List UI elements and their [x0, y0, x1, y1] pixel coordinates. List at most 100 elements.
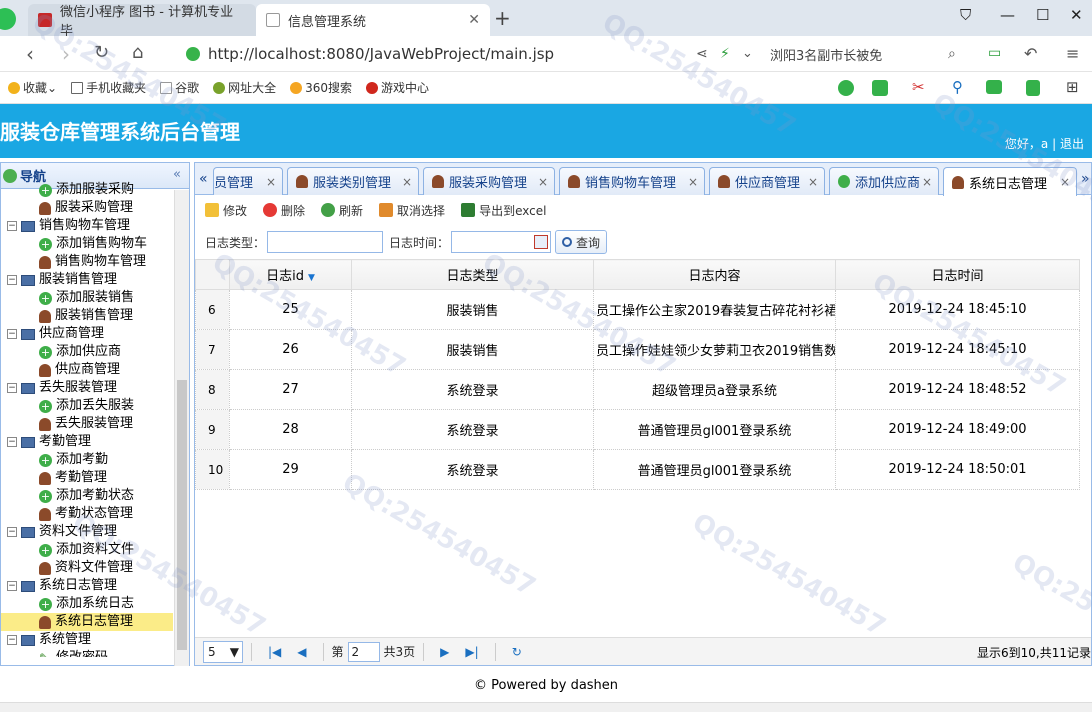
- extension-icon[interactable]: [838, 80, 854, 96]
- share-icon[interactable]: ⋖: [696, 46, 708, 62]
- tree-item[interactable]: 销售购物车管理: [1, 253, 173, 271]
- collapse-sidebar-icon[interactable]: «: [173, 167, 181, 182]
- cancel-select-button[interactable]: 取消选择: [379, 202, 445, 219]
- favorites-item[interactable]: 手机收藏夹: [71, 79, 146, 96]
- favorites-item[interactable]: 谷歌: [160, 79, 199, 96]
- collapse-node-icon[interactable]: −: [7, 527, 17, 537]
- tree-folder[interactable]: − 系统管理: [1, 631, 173, 649]
- search-icon[interactable]: ⌕: [948, 46, 956, 62]
- shield-icon[interactable]: [1026, 80, 1040, 96]
- browser-tab-inactive[interactable]: 微信小程序 图书 - 计算机专业毕: [28, 4, 256, 39]
- calendar-icon[interactable]: [534, 235, 549, 249]
- page-number-input[interactable]: 2: [347, 641, 380, 662]
- tree-item[interactable]: 系统日志管理: [1, 613, 173, 631]
- close-tab-icon[interactable]: ×: [266, 175, 276, 189]
- new-tab-icon[interactable]: +: [494, 6, 511, 30]
- tree-item[interactable]: + 添加供应商: [1, 343, 173, 361]
- tree-item[interactable]: 服装采购管理: [1, 199, 173, 217]
- refresh-button[interactable]: 刷新: [321, 202, 363, 219]
- delete-button[interactable]: 删除: [263, 202, 305, 219]
- gamepad-icon[interactable]: [986, 80, 1002, 94]
- tree-folder[interactable]: − 资料文件管理: [1, 523, 173, 541]
- close-tab-icon[interactable]: ×: [538, 175, 548, 189]
- collapse-node-icon[interactable]: −: [7, 437, 17, 447]
- column-header-id[interactable]: 日志id ▼: [229, 259, 352, 290]
- forward-icon[interactable]: ›: [62, 42, 70, 66]
- menu-icon[interactable]: ≡: [1066, 44, 1079, 63]
- tree-item[interactable]: + 添加系统日志: [1, 595, 173, 613]
- maximize-icon[interactable]: ☐: [1036, 6, 1049, 24]
- content-tab[interactable]: 系统日志管理 ×: [943, 167, 1077, 196]
- tree-folder[interactable]: − 销售购物车管理: [1, 217, 173, 235]
- page-size-select[interactable]: 5 ▼: [203, 640, 243, 663]
- first-page-icon[interactable]: |◀: [268, 645, 281, 659]
- collapse-node-icon[interactable]: −: [7, 221, 17, 231]
- tree-item[interactable]: 资料文件管理: [1, 559, 173, 577]
- home-icon[interactable]: ⌂: [132, 42, 143, 63]
- favorites-item[interactable]: 收藏 ⌄: [8, 79, 57, 96]
- reload-page-icon[interactable]: ↻: [512, 645, 522, 659]
- undo-icon[interactable]: ↶: [1024, 44, 1037, 63]
- tree-item[interactable]: 供应商管理: [1, 361, 173, 379]
- content-tab[interactable]: 员管理 ×: [213, 167, 283, 195]
- extension-icon[interactable]: [872, 80, 888, 96]
- chevron-down-icon[interactable]: ⌄: [742, 46, 753, 61]
- scissors-icon[interactable]: ✂: [912, 78, 925, 96]
- tab-scroll-left-icon[interactable]: «: [199, 171, 208, 187]
- tree-item[interactable]: + 添加考勤: [1, 451, 173, 469]
- tree-item[interactable]: 服装销售管理: [1, 307, 173, 325]
- tree-folder[interactable]: − 丢失服装管理: [1, 379, 173, 397]
- tree-folder[interactable]: − 系统日志管理: [1, 577, 173, 595]
- table-row[interactable]: 6 25 服装销售 员工操作公主家2019春装复古碎花衬衫裙 2019-12-24 18…: [195, 289, 1080, 330]
- collapse-node-icon[interactable]: −: [7, 329, 17, 339]
- reload-icon[interactable]: ↻: [94, 42, 109, 63]
- table-row[interactable]: 9 28 系统登录 普通管理员gl001登录系统 2019-12-24 18:49:00: [195, 409, 1080, 450]
- favorites-item[interactable]: 游戏中心: [366, 79, 429, 96]
- prev-page-icon[interactable]: ◀: [297, 645, 306, 659]
- collapse-node-icon[interactable]: −: [7, 635, 17, 645]
- column-header-content[interactable]: 日志内容: [593, 259, 836, 290]
- tree-item[interactable]: ✎ 修改密码: [1, 649, 173, 657]
- table-row[interactable]: 7 26 服装销售 员工操作娃娃领少女萝莉卫衣2019销售数 2019-12-24 18…: [195, 329, 1080, 370]
- favorites-item[interactable]: 网址大全: [213, 79, 276, 96]
- tree-item[interactable]: 考勤管理: [1, 469, 173, 487]
- last-page-icon[interactable]: ▶|: [465, 645, 478, 659]
- tree-item[interactable]: + 添加服装销售: [1, 289, 173, 307]
- url-field[interactable]: http://localhost:8080/JavaWebProject/mai…: [186, 40, 676, 68]
- collapse-node-icon[interactable]: −: [7, 581, 17, 591]
- back-icon[interactable]: ‹: [26, 42, 34, 66]
- content-tab[interactable]: 服装采购管理 ×: [423, 167, 555, 195]
- close-tab-icon[interactable]: ×: [688, 175, 698, 189]
- favorites-item[interactable]: 360搜索: [290, 79, 352, 96]
- next-page-icon[interactable]: ▶: [440, 645, 449, 659]
- close-tab-icon[interactable]: ×: [402, 175, 412, 189]
- collapse-node-icon[interactable]: −: [7, 275, 17, 285]
- minimize-icon[interactable]: —: [1000, 6, 1015, 24]
- table-row[interactable]: 10 29 系统登录 普通管理员gl001登录系统 2019-12-24 18:50:0…: [195, 449, 1080, 490]
- edit-button[interactable]: 修改: [205, 202, 247, 219]
- lightning-icon[interactable]: ⚡: [720, 46, 730, 62]
- tree-folder[interactable]: − 考勤管理: [1, 433, 173, 451]
- tree-folder[interactable]: − 服装销售管理: [1, 271, 173, 289]
- content-tab[interactable]: 添加供应商 ×: [829, 167, 939, 195]
- close-window-icon[interactable]: ✕: [1070, 6, 1083, 24]
- tree-item[interactable]: + 添加服装采购: [1, 181, 173, 199]
- tree-item[interactable]: 考勤状态管理: [1, 505, 173, 523]
- close-tab-icon[interactable]: ×: [922, 175, 932, 189]
- content-tab[interactable]: 销售购物车管理 ×: [559, 167, 705, 195]
- logout-link[interactable]: 退出: [1060, 137, 1084, 151]
- scrollbar-thumb[interactable]: [177, 380, 187, 650]
- content-tab[interactable]: 服装类别管理 ×: [287, 167, 419, 195]
- column-header-time[interactable]: 日志时间: [835, 259, 1080, 290]
- close-tab-icon[interactable]: ×: [1060, 175, 1070, 189]
- browser-tab-active[interactable]: 信息管理系统 ✕: [256, 4, 490, 36]
- column-header-type[interactable]: 日志类型: [351, 259, 594, 290]
- tree-item[interactable]: + 添加资料文件: [1, 541, 173, 559]
- tree-folder[interactable]: − 供应商管理: [1, 325, 173, 343]
- grid-icon[interactable]: ⊞: [1066, 78, 1079, 96]
- tree-item[interactable]: 丢失服装管理: [1, 415, 173, 433]
- export-excel-button[interactable]: 导出到excel: [461, 202, 546, 219]
- search-field[interactable]: 浏阳3名副市长被免: [770, 41, 970, 67]
- tree-item[interactable]: + 添加考勤状态: [1, 487, 173, 505]
- close-tab-icon[interactable]: ×: [808, 175, 818, 189]
